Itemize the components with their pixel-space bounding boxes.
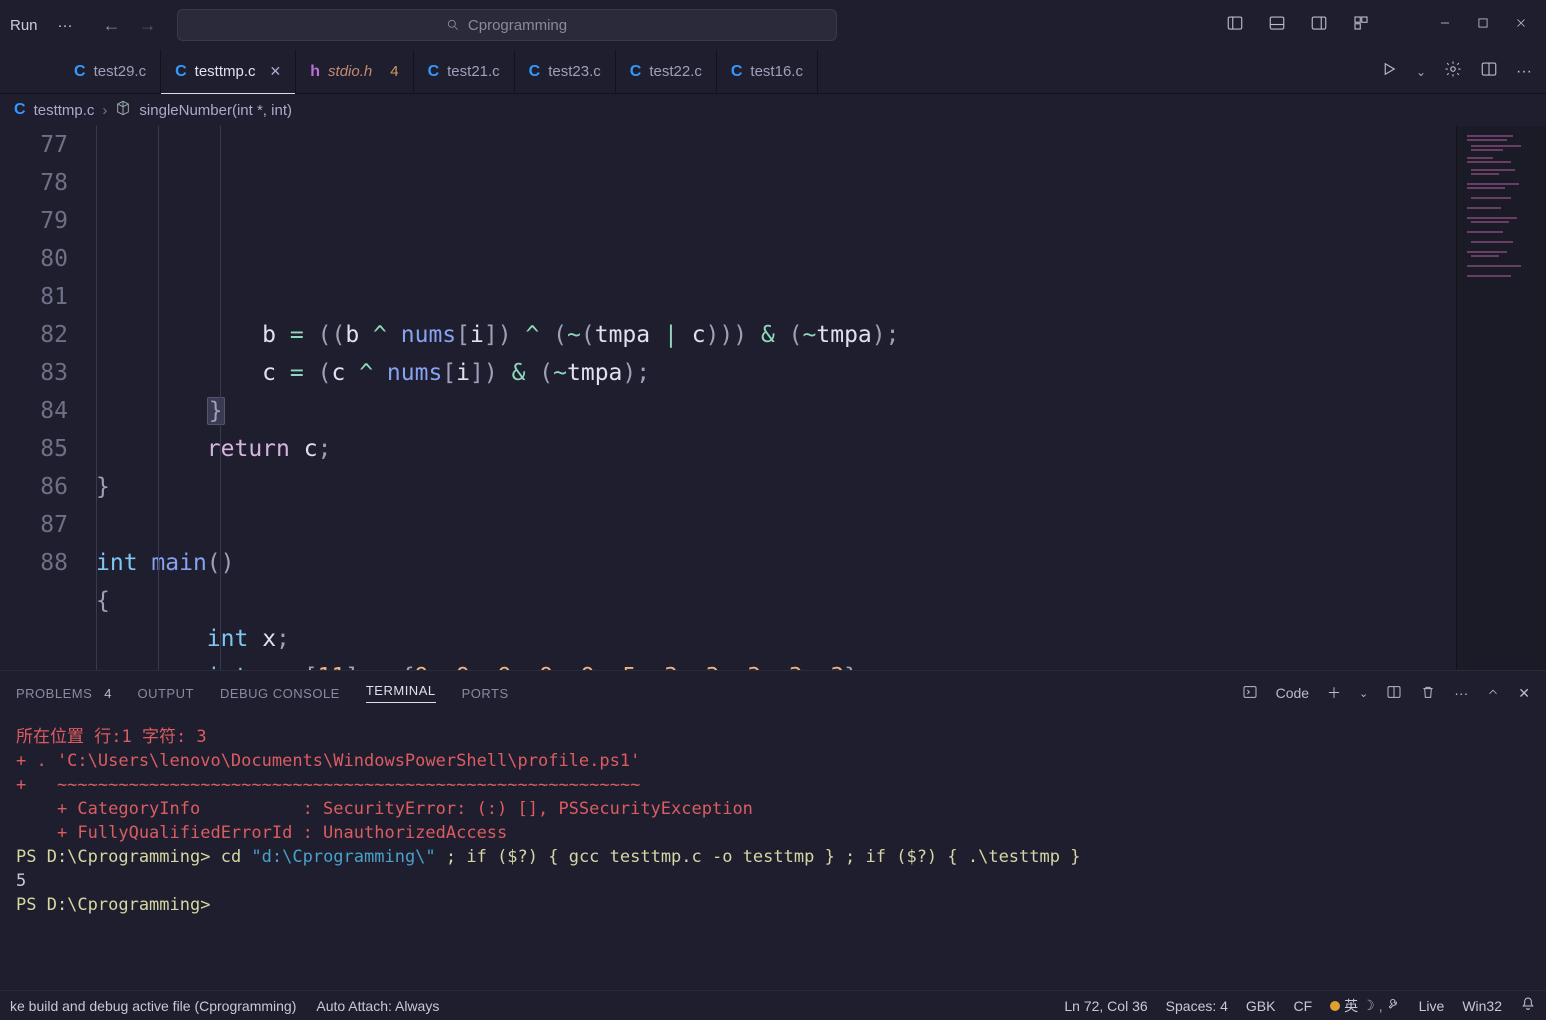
c-file-icon: C: [74, 63, 86, 81]
tab-label: test16.c: [750, 63, 803, 80]
run-debug-icon[interactable]: [1380, 60, 1398, 83]
tab-test21-c[interactable]: Ctest21.c: [414, 50, 515, 93]
breadcrumb-symbol: singleNumber(int *, int): [139, 102, 292, 119]
layout-panel-icon[interactable]: [1268, 14, 1286, 36]
bottom-panel: PROBLEMS 4 OUTPUT DEBUG CONSOLE TERMINAL…: [0, 670, 1546, 990]
minimap[interactable]: [1456, 126, 1546, 670]
code-line[interactable]: {: [96, 582, 1456, 620]
code-line[interactable]: b = ((b ^ nums[i]) ^ (~(tmpa | c))) & (~…: [96, 316, 1456, 354]
tab-test23-c[interactable]: Ctest23.c: [515, 50, 616, 93]
status-bar: ke build and debug active file (Cprogram…: [0, 990, 1546, 1020]
nav-forward-icon[interactable]: →: [139, 15, 157, 36]
more-actions-icon[interactable]: ···: [1516, 63, 1532, 81]
layout-customize-icon[interactable]: [1352, 14, 1370, 36]
terminal-output[interactable]: 所在位置 行:1 字符: 3 + . 'C:\Users\lenovo\Docu…: [0, 715, 1546, 927]
panel-tab-ports[interactable]: PORTS: [462, 686, 509, 701]
panel-tab-problems[interactable]: PROBLEMS: [16, 686, 92, 701]
tab-actions: ⌄ ···: [1366, 50, 1546, 93]
menu-more[interactable]: ···: [58, 17, 73, 34]
code-line[interactable]: c = (c ^ nums[i]) & (~tmpa);: [96, 354, 1456, 392]
code-line[interactable]: [96, 506, 1456, 544]
line-gutter: 777879808182838485868788: [0, 126, 90, 670]
tab-bar: Ctest29.cCtesttmp.c✕hstdio.h4Ctest21.cCt…: [0, 50, 1546, 94]
status-auto-attach[interactable]: Auto Attach: Always: [316, 998, 439, 1014]
gear-icon[interactable]: [1444, 60, 1462, 83]
chevron-down-icon[interactable]: ⌄: [1416, 65, 1426, 79]
tab-label: test22.c: [649, 63, 702, 80]
command-center[interactable]: Cprogramming: [177, 9, 837, 41]
status-indentation[interactable]: Spaces: 4: [1166, 998, 1228, 1014]
search-icon: [446, 18, 460, 32]
status-task[interactable]: ke build and debug active file (Cprogram…: [10, 998, 296, 1014]
panel-more-icon[interactable]: ···: [1454, 685, 1468, 701]
window-maximize-icon[interactable]: [1476, 16, 1490, 34]
terminal-profile-icon[interactable]: [1242, 684, 1258, 703]
wrench-icon: [1387, 997, 1401, 1014]
terminal-profile-label[interactable]: Code: [1276, 685, 1309, 701]
title-bar: Run ··· ← → Cprogramming: [0, 0, 1546, 50]
tab-label: test21.c: [447, 63, 500, 80]
split-editor-icon[interactable]: [1480, 60, 1498, 83]
c-file-icon: C: [175, 63, 187, 81]
panel-close-icon[interactable]: ✕: [1518, 685, 1530, 702]
kill-terminal-icon[interactable]: [1420, 684, 1436, 703]
c-file-icon: C: [14, 101, 26, 119]
tab-badge: 4: [390, 63, 398, 80]
layout-sidebar-left-icon[interactable]: [1226, 14, 1244, 36]
moon-icon: ☽: [1362, 997, 1375, 1014]
chevron-right-icon: ›: [102, 102, 107, 119]
c-file-icon: C: [529, 63, 541, 81]
status-platform[interactable]: Win32: [1462, 998, 1502, 1014]
tab-label: stdio.h: [328, 63, 372, 80]
close-icon[interactable]: ✕: [270, 63, 282, 80]
panel-tab-debug-console[interactable]: DEBUG CONSOLE: [220, 686, 340, 701]
minimap-content-icon: [1463, 132, 1535, 352]
problems-badge: 4: [104, 686, 111, 701]
h-file-icon: h: [310, 63, 320, 81]
tab-label: test29.c: [94, 63, 147, 80]
status-ime[interactable]: 英 ☽ ,: [1330, 996, 1400, 1016]
panel-tab-bar: PROBLEMS 4 OUTPUT DEBUG CONSOLE TERMINAL…: [0, 671, 1546, 715]
menu-run[interactable]: Run: [10, 17, 38, 34]
c-file-icon: C: [428, 63, 440, 81]
code-line[interactable]: int arr[11] = {9, 9, 9, 9, 9, 5, 3, 3, 3…: [96, 658, 1456, 670]
layout-sidebar-right-icon[interactable]: [1310, 14, 1328, 36]
tab-test16-c[interactable]: Ctest16.c: [717, 50, 818, 93]
window-minimize-icon[interactable]: [1438, 16, 1452, 34]
menubar: Run ···: [10, 17, 73, 34]
status-ln-col[interactable]: Ln 72, Col 36: [1064, 998, 1147, 1014]
code-line[interactable]: int x;: [96, 620, 1456, 658]
editor[interactable]: 777879808182838485868788 b = ((b ^ nums[…: [0, 126, 1546, 670]
status-live[interactable]: Live: [1419, 998, 1445, 1014]
sun-icon: [1330, 1001, 1340, 1011]
c-file-icon: C: [731, 63, 743, 81]
tab-testtmp-c[interactable]: Ctesttmp.c ✕: [161, 50, 296, 93]
panel-maximize-icon[interactable]: [1486, 685, 1500, 702]
nav-back-icon[interactable]: ←: [103, 15, 121, 36]
breadcrumb[interactable]: C testtmp.c › singleNumber(int *, int): [0, 94, 1546, 126]
new-terminal-icon[interactable]: ＋: [1327, 683, 1341, 703]
panel-tab-terminal[interactable]: TERMINAL: [366, 683, 436, 703]
window-close-icon[interactable]: [1514, 16, 1528, 34]
status-encoding[interactable]: GBK: [1246, 998, 1276, 1014]
tab-stdio-h[interactable]: h stdio.h 4: [296, 50, 413, 93]
panel-tab-output[interactable]: OUTPUT: [137, 686, 193, 701]
notifications-icon[interactable]: [1520, 996, 1536, 1015]
c-file-icon: C: [630, 63, 642, 81]
code-line[interactable]: }: [96, 392, 1456, 430]
breadcrumb-file: testtmp.c: [34, 102, 95, 119]
code-line[interactable]: int main(): [96, 544, 1456, 582]
symbol-method-icon: [115, 100, 131, 120]
code-line[interactable]: return c;: [96, 430, 1456, 468]
terminal-dropdown-icon[interactable]: ⌄: [1359, 687, 1368, 700]
status-eol[interactable]: CF: [1294, 998, 1313, 1014]
tab-test22-c[interactable]: Ctest22.c: [616, 50, 717, 93]
code-line[interactable]: }: [96, 468, 1456, 506]
tab-test29-c[interactable]: Ctest29.c: [60, 50, 161, 93]
tab-label: testtmp.c: [195, 63, 256, 80]
split-terminal-icon[interactable]: [1386, 684, 1402, 703]
search-placeholder: Cprogramming: [468, 17, 567, 34]
tab-label: test23.c: [548, 63, 601, 80]
code-area[interactable]: b = ((b ^ nums[i]) ^ (~(tmpa | c))) & (~…: [90, 126, 1456, 670]
